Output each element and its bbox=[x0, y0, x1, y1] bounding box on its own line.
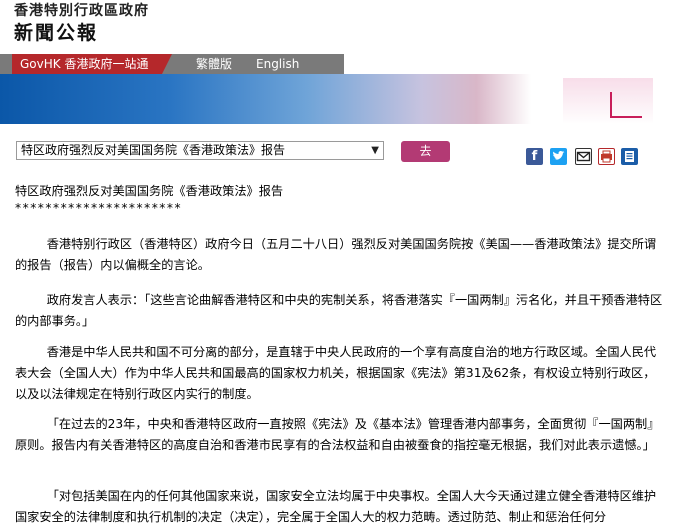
article-paragraph: 香港是中华人民共和国不可分离的部分，是直辖于中央人民政府的一个享有高度自治的地方… bbox=[15, 345, 657, 401]
government-title: 香港特別行政區政府 bbox=[14, 3, 149, 19]
top-navigation: GovHK 香港政府一站通 繁體版 English bbox=[0, 54, 681, 74]
chevron-down-icon: ▼ bbox=[371, 145, 379, 156]
traditional-chinese-link[interactable]: 繁體版 bbox=[196, 54, 232, 74]
article-paragraph: 政府发言人表示：「这些言论曲解香港特区和中央的宪制关系，将香港落实『一国两制』污… bbox=[15, 293, 663, 328]
press-release-title: 新聞公報 bbox=[14, 22, 99, 44]
email-icon[interactable] bbox=[575, 148, 592, 165]
twitter-icon[interactable] bbox=[550, 148, 567, 165]
facebook-icon[interactable]: f bbox=[526, 148, 543, 165]
article-title: 特区政府强烈反对美国国务院《香港政策法》报告 bbox=[15, 184, 284, 198]
banner-decoration-frame bbox=[610, 92, 642, 118]
go-button[interactable]: 去 bbox=[401, 141, 450, 162]
article-select[interactable]: 特区政府强烈反对美国国务院《香港政策法》报告 ▼ bbox=[16, 141, 384, 160]
printer-friendly-icon[interactable] bbox=[621, 148, 638, 165]
toolbar: 特区政府强烈反对美国国务院《香港政策法》报告 ▼ 去 f bbox=[0, 138, 681, 172]
article-separator: ********************** bbox=[15, 201, 183, 215]
print-icon[interactable] bbox=[598, 148, 615, 165]
article-paragraph: 「在过去的23年，中央和香港特区政府一直按照《宪法》及《基本法》管理香港内部事务… bbox=[15, 417, 660, 452]
article-paragraph: 香港特别行政区（香港特区）政府今日（五月二十八日）强烈反对美国国务院按《美国——… bbox=[15, 237, 657, 272]
article-paragraph: 「对包括美国在内的任何其他国家来说，国家安全立法均属于中央事权。全国人大今天通过… bbox=[15, 489, 657, 524]
english-link[interactable]: English bbox=[256, 54, 299, 74]
article-select-value: 特区政府强烈反对美国国务院《香港政策法》报告 bbox=[21, 143, 286, 157]
govhk-link[interactable]: GovHK 香港政府一站通 bbox=[12, 54, 172, 74]
header: 香港特別行政區政府 新聞公報 bbox=[0, 0, 681, 48]
